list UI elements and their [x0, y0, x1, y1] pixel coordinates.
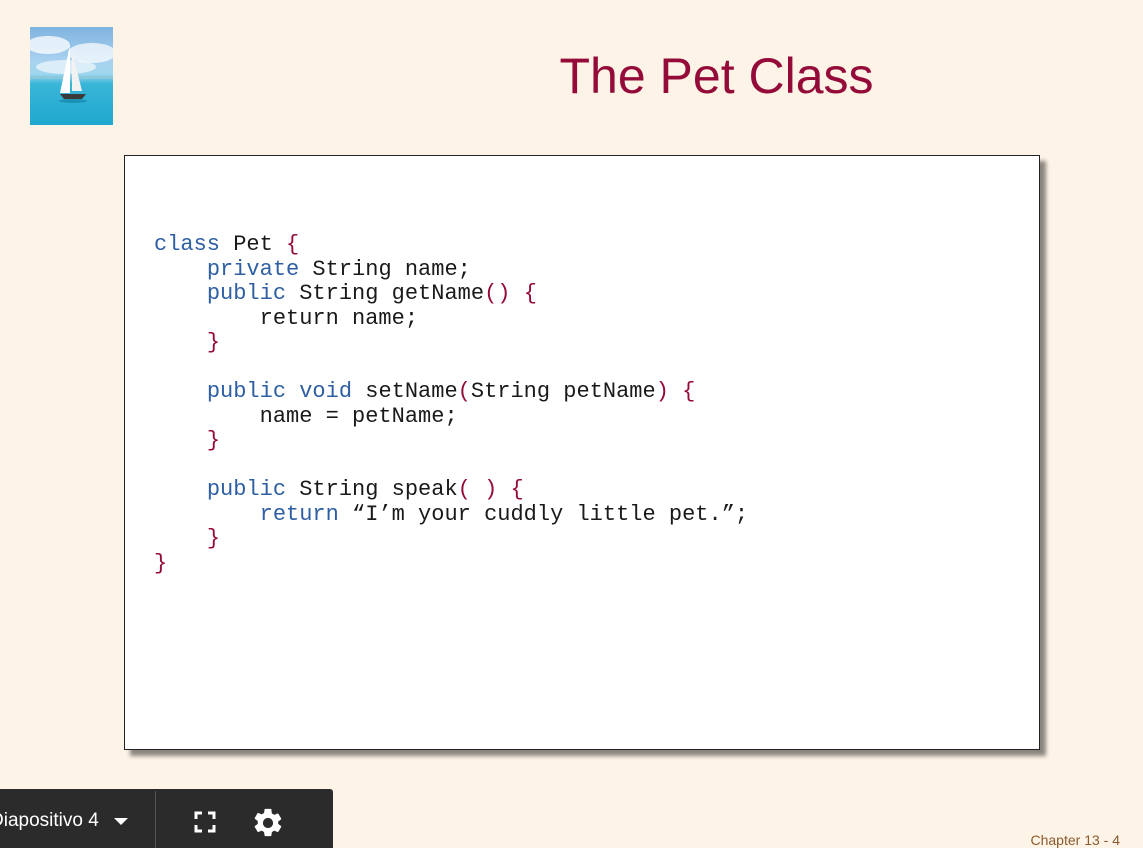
caret-down-icon[interactable]: [114, 818, 128, 825]
code-line: }: [206, 330, 221, 355]
toolbar-divider: [155, 791, 156, 848]
code-line: }: [206, 526, 221, 551]
code-line: return name;: [154, 305, 419, 331]
fullscreen-icon[interactable]: [193, 810, 217, 834]
code-line: private String name;: [206, 256, 471, 282]
gear-icon[interactable]: [251, 806, 285, 840]
code-line: public void setName(String petName) {: [206, 379, 696, 404]
code-line: return “I’m your cuddly little pet.”;: [259, 501, 749, 527]
code-line: }: [154, 550, 168, 576]
code-line: }: [206, 428, 221, 453]
slide-footer: Chapter 13 - 4: [1030, 832, 1121, 848]
slide-selector-label[interactable]: Diapositivo 4: [0, 810, 99, 832]
code-line: name = petName;: [154, 403, 458, 429]
code-block: class Pet { private String name; public …: [154, 232, 749, 576]
code-line: public String speak( ) {: [206, 477, 524, 502]
presentation-toolbar: Diapositivo 4: [0, 789, 333, 848]
code-line: public String getName() {: [206, 281, 537, 306]
code-line: class Pet {: [154, 232, 300, 257]
code-panel: class Pet { private String name; public …: [124, 155, 1040, 750]
slide-title: The Pet Class: [559, 48, 874, 104]
